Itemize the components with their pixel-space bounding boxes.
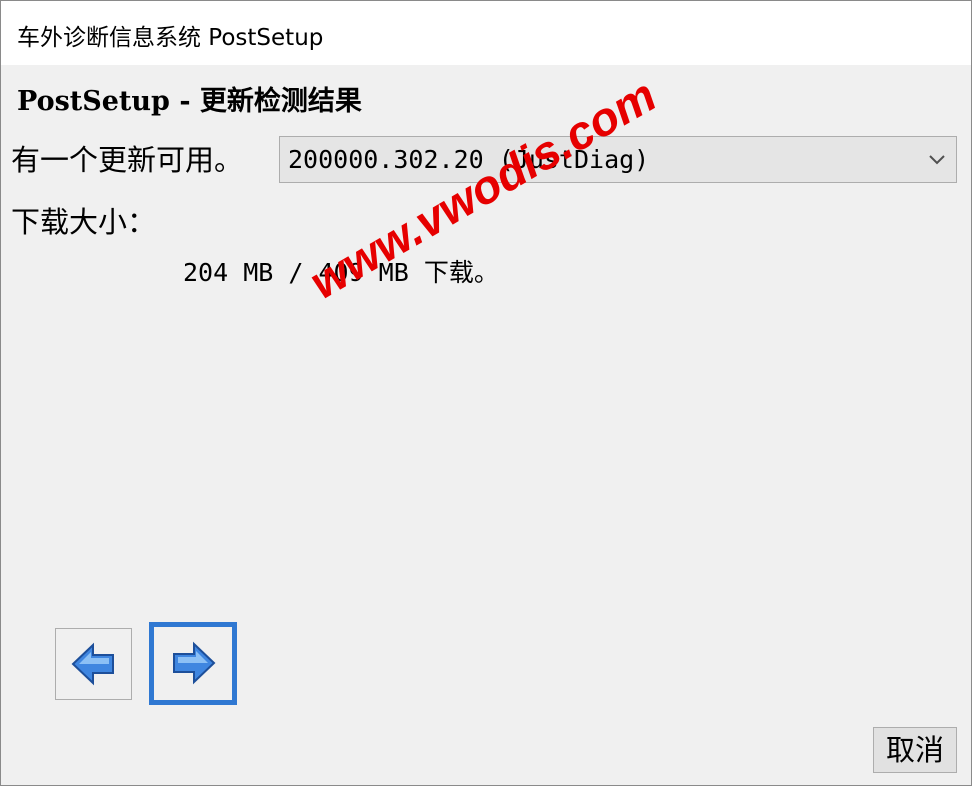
version-select[interactable]: 200000.302.20 (JustDiag) [279, 136, 957, 183]
next-button[interactable] [149, 622, 237, 705]
download-size-label: 下载大小： [11, 205, 157, 239]
arrow-left-icon [71, 642, 114, 686]
back-button[interactable] [55, 628, 132, 700]
download-size-value: 204 MB / 409 MB 下载。 [183, 258, 499, 287]
page-heading: PostSetup - 更新检测结果 [17, 86, 362, 117]
postsetup-window: 车外诊断信息系统 PostSetup PostSetup - 更新检测结果 有一… [0, 0, 972, 786]
update-available-label: 有一个更新可用。 [11, 143, 244, 177]
arrow-right-icon [173, 641, 216, 685]
title-bar: 车外诊断信息系统 PostSetup [1, 1, 971, 65]
cancel-button[interactable]: 取消 [873, 727, 957, 773]
window-title: 车外诊断信息系统 PostSetup [17, 25, 324, 51]
chevron-down-icon [929, 155, 945, 165]
version-select-value: 200000.302.20 (JustDiag) [288, 145, 650, 174]
